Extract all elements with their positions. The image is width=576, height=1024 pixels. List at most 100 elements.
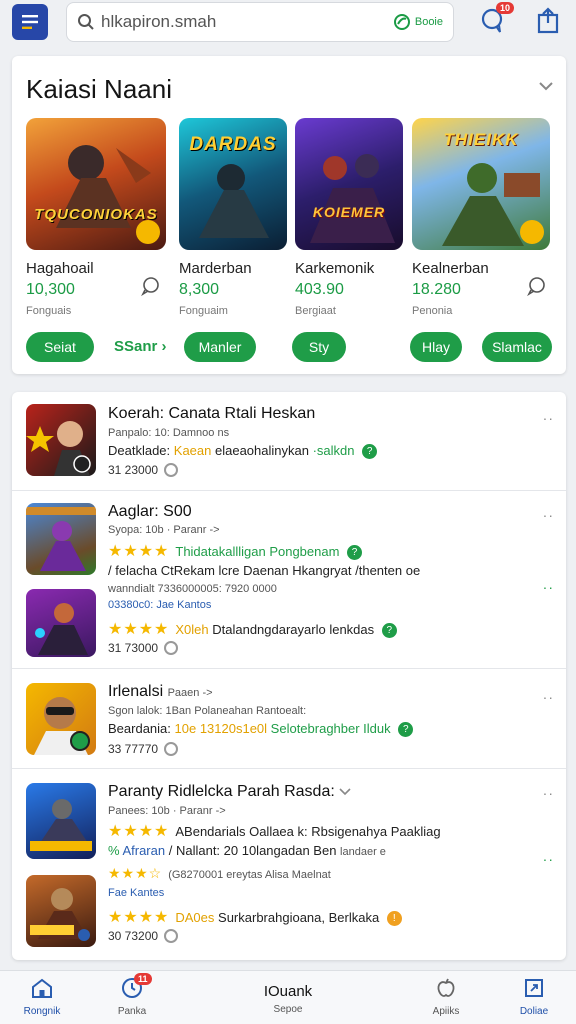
rating-text: ABendarials Oallaea k: Rbsigenahya Paakl…: [175, 824, 441, 839]
game-thumbnail[interactable]: [26, 783, 96, 859]
game-name: Marderban: [179, 260, 252, 277]
more-options-icon[interactable]: ··: [543, 410, 554, 426]
portrait-illustration: [26, 421, 91, 476]
game-art[interactable]: KOIEMER: [295, 118, 403, 250]
game-thumbnail[interactable]: [26, 404, 96, 476]
more-options-icon[interactable]: ··: [543, 785, 554, 801]
chevron-down-icon[interactable]: [339, 788, 351, 796]
more-options-icon[interactable]: ··: [543, 851, 554, 867]
featured-section: Kaiasi Naani TQUCONIOKAS Hagahoail 10,30…: [12, 56, 566, 374]
game-art[interactable]: TQUCONIOKAS: [26, 118, 166, 250]
info-icon[interactable]: [164, 929, 179, 943]
item-meta: Panpalo: 10: Damnoo ns: [108, 427, 230, 439]
item-meta: Panees: 10b · Paranr ->: [108, 805, 226, 817]
game-subtitle: Penonia: [412, 305, 453, 317]
search-icon: [78, 14, 94, 30]
nav-label: Sepoe: [273, 1004, 303, 1015]
list-item[interactable]: Aaglar: S00 Syopa: 10b · Paranr -> ★★★★ T…: [12, 490, 566, 668]
game-thumbnail[interactable]: [26, 503, 96, 575]
verified-icon: ?: [381, 623, 397, 639]
window-icon: [525, 979, 543, 997]
featured-game-card[interactable]: TQUCONIOKAS Hagahoail 10,300 Fonguais: [26, 118, 166, 317]
menu-icon: [22, 15, 38, 29]
verified-icon: ?: [347, 545, 363, 561]
list-item[interactable]: Koerah: Canata Rtali Heskan Panpalo: 10:…: [12, 392, 566, 490]
game-art[interactable]: THIEIKK: [412, 118, 550, 250]
item-title: Paranty Ridlelcka Parah Rasda:: [108, 783, 536, 801]
item-line: Fae Kantes: [108, 887, 165, 899]
item-subrating: ★★★★ X0leh Dtalandngdarayarlo lenkdas ?: [108, 619, 536, 639]
item-title-main: Irlenalsi: [108, 683, 164, 700]
item-description: Deatklade: Kaean elaeaohalinykan ·salkdn…: [108, 443, 536, 460]
nav-rank[interactable]: IOuank Sepoe: [248, 977, 328, 1015]
nav-label: Panka: [117, 1006, 147, 1017]
more-options-icon[interactable]: ··: [543, 579, 554, 595]
game-thumbnail[interactable]: [26, 589, 96, 657]
messages-button[interactable]: 10: [480, 2, 515, 36]
star-rating: ★★★★: [108, 823, 170, 840]
game-badge-icon: [136, 220, 160, 244]
notifications-badge: 11: [134, 973, 152, 985]
subrating-highlight: X0leh: [175, 622, 209, 637]
info-icon[interactable]: [164, 463, 179, 477]
desc-body: elaeaohalinykan: [215, 443, 309, 458]
nav-label: Doliae: [519, 1006, 549, 1017]
game-count: 8,300: [179, 281, 220, 298]
item-stats: 31 73000: [108, 641, 536, 655]
play-button-4[interactable]: Hlay: [410, 332, 462, 362]
play-button-3[interactable]: Sty: [292, 332, 346, 362]
desc-label: Deatklade:: [108, 443, 171, 458]
list-item[interactable]: Irlenalsi Paaen -> Sgon lalok: 1Ban Pola…: [12, 668, 566, 768]
leaf-icon: [393, 14, 410, 30]
search-bar[interactable]: hlkapiron.smah Booie: [66, 2, 454, 42]
info-icon[interactable]: [164, 742, 179, 756]
game-list: Koerah: Canata Rtali Heskan Panpalo: 10:…: [12, 392, 566, 960]
item-stats: 31 23000: [108, 463, 536, 477]
more-options-icon[interactable]: ··: [543, 507, 554, 523]
game-thumbnail[interactable]: [26, 683, 96, 755]
nav-apps[interactable]: Apiiks: [406, 977, 486, 1017]
books-link[interactable]: Booie: [393, 13, 443, 31]
play-button-1[interactable]: Seiat: [26, 332, 94, 362]
item-line: % Afraran / Nallant: 20 10langadan Ben l…: [108, 843, 536, 858]
line-highlight: Afraran: [122, 843, 166, 858]
comment-icon[interactable]: [526, 276, 548, 296]
share-button[interactable]: [536, 6, 564, 36]
home-icon: [32, 978, 52, 998]
featured-game-card[interactable]: THIEIKK Kealnerban 18.280 Penonia: [412, 118, 552, 317]
line-tail: landaer e: [340, 846, 386, 858]
list-item[interactable]: Paranty Ridlelcka Parah Rasda: Panees: 1…: [12, 768, 566, 960]
item-line: wanndialt 7336000005: 7920 0000: [108, 583, 277, 595]
game-art[interactable]: DARDAS: [179, 118, 287, 250]
play-button-2[interactable]: Manler: [184, 332, 256, 362]
item-meta: Sgon lalok: 1Ban Polaneahan Rantoealt:: [108, 705, 307, 717]
featured-game-card[interactable]: DARDAS Marderban 8,300 Fonguaim: [179, 118, 287, 317]
rating-text: Thidatakallligan Pongbenam: [175, 544, 340, 559]
nav-notifications[interactable]: 11 Panka: [92, 973, 172, 1017]
featured-game-card[interactable]: KOIEMER Karkemonik 403.90 Bergiaat: [295, 118, 403, 317]
nav-profile[interactable]: Doliae: [494, 977, 574, 1017]
chevron-down-icon[interactable]: [538, 80, 554, 92]
verified-icon: ?: [362, 444, 378, 460]
menu-button[interactable]: [12, 4, 48, 40]
star-rating: ★★★★: [108, 909, 170, 926]
info-icon[interactable]: [164, 641, 179, 655]
search-input[interactable]: hlkapiron.smah: [101, 12, 393, 32]
item-line: / felacha CtRekam lcre Daenan Hkangryat …: [108, 563, 421, 578]
more-options-icon[interactable]: ··: [543, 689, 554, 705]
item-rating: ★★★★ Thidatakallligan Pongbenam ?: [108, 541, 536, 561]
share-icon: [537, 7, 559, 34]
item-title: Aaglar: S00: [108, 503, 192, 520]
item-title-suffix: Paaen ->: [167, 687, 213, 699]
comment-icon[interactable]: [140, 276, 162, 296]
star-rating: ★★★★: [108, 621, 170, 638]
soldier-illustration: [30, 799, 92, 851]
play-button-5[interactable]: Slamlac: [482, 332, 552, 362]
game-thumbnail[interactable]: [26, 875, 96, 947]
game-subtitle: Bergiaat: [295, 305, 336, 317]
item-line: ★★★☆ (G8270001 ereytas Alisa Maelnat: [108, 865, 536, 882]
apple-icon: [437, 978, 455, 997]
see-more-link[interactable]: SSanr ›: [114, 338, 167, 355]
item-stats: 33 77770: [108, 742, 536, 756]
nav-home[interactable]: Rongnik: [2, 977, 82, 1017]
